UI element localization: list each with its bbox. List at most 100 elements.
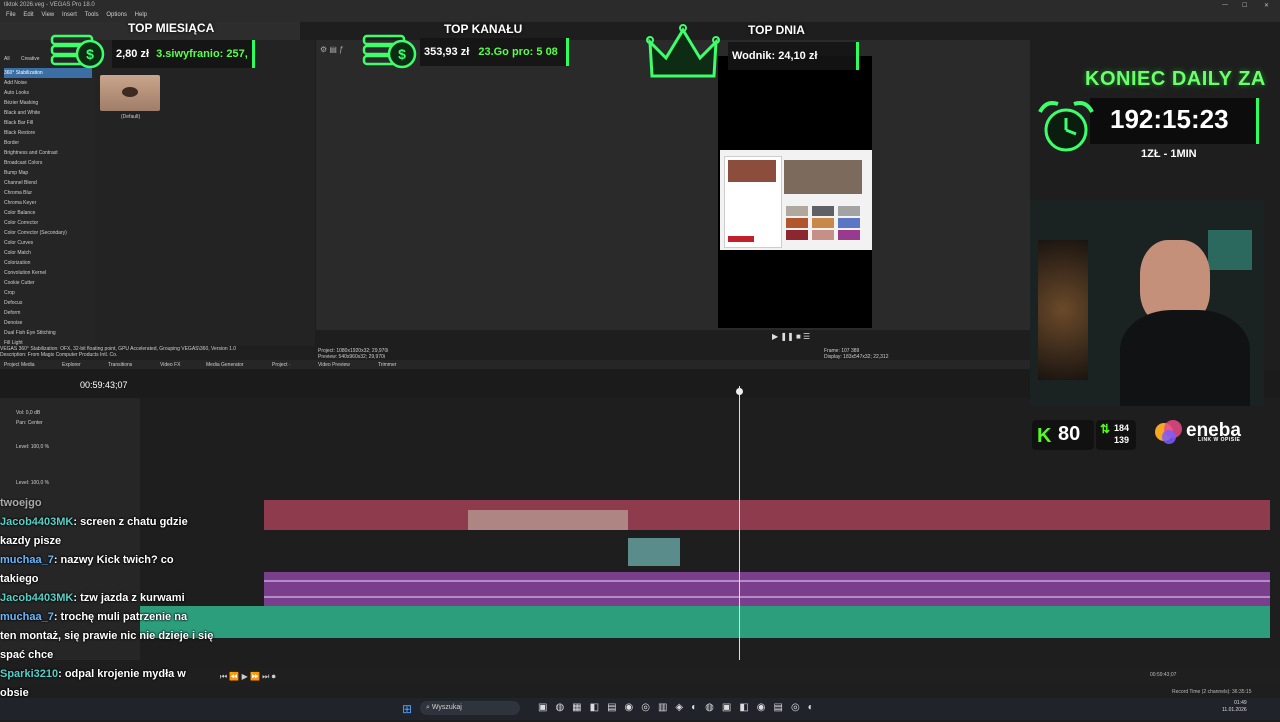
top-dnia-bar: Wodnik: 24,10 zł: [728, 42, 859, 70]
fx-list-item[interactable]: Broadcast Colors: [4, 158, 92, 168]
playhead-marker[interactable]: [736, 388, 743, 395]
money-coins-icon: $: [50, 34, 105, 69]
fx-list: 360° Stabilization Add Noise Auto Looks Béz…: [4, 68, 92, 348]
menu-insert[interactable]: Insert: [62, 12, 77, 18]
track-level-1[interactable]: Level: 100,0 %: [16, 444, 49, 450]
fx-list-item[interactable]: Border: [4, 138, 92, 148]
top-dnia-title: TOP DNIA: [748, 21, 805, 39]
preview-settings-icon[interactable]: ⚙ ▤ ƒ: [320, 45, 344, 54]
video-preview-panel: [316, 40, 1030, 330]
chat-username: Sparki3210: [0, 668, 59, 680]
menu-tools[interactable]: Tools: [85, 12, 99, 18]
audio-track-clip[interactable]: [264, 572, 1270, 606]
svg-text:$: $: [86, 46, 94, 62]
tab-video-preview[interactable]: Video Preview: [318, 362, 350, 368]
track-level-2[interactable]: Level: 100,0 %: [16, 480, 49, 486]
timeline-timecode: 00:59:43;07: [80, 380, 128, 390]
window-titlebar: tiktok 2026.veg - VEGAS Pro 18.0 — ☐ ✕: [0, 0, 1280, 12]
track-pan[interactable]: Pan: Center: [16, 418, 43, 428]
playhead[interactable]: [739, 386, 740, 660]
sponsor-subtitle: LINK W OPISIE: [1198, 437, 1241, 443]
top-dnia-entry: Wodnik: 24,10 zł: [732, 50, 818, 62]
fx-list-item[interactable]: Denoise: [4, 318, 92, 328]
overlay-clip[interactable]: [628, 538, 680, 566]
top-kanalu-bar: 353,93 zł 23.Go pro: 5 08: [420, 38, 569, 66]
fx-list-item[interactable]: Channel Blend: [4, 178, 92, 188]
chat-text: twoejgo: [0, 497, 42, 509]
countdown-timer: 192:15:23: [1110, 104, 1229, 134]
tab-video-fx[interactable]: Video FX: [160, 362, 180, 368]
fx-list-item[interactable]: Crop: [4, 288, 92, 298]
fx-list-item[interactable]: Chroma Blur: [4, 188, 92, 198]
preset-label: (Default): [121, 114, 141, 120]
taskbar-search[interactable]: ⌕ Wyszukaj: [420, 701, 520, 715]
fx-list-item[interactable]: Deform: [4, 308, 92, 318]
close-icon[interactable]: ✕: [1264, 2, 1269, 9]
system-clock: 01:49 11.01.2026: [1222, 700, 1247, 714]
crown-icon: [646, 24, 720, 78]
fx-list-item[interactable]: Defocus: [4, 298, 92, 308]
top-kanalu-next: 23.Go pro: 5 08: [478, 46, 558, 58]
top-miesiaca-amount: 2,80 zł: [116, 48, 150, 60]
fx-list-item[interactable]: Black Bar Fill: [4, 118, 92, 128]
preview-info-right: Frame: 107 389 Display: 183x547x32; 22,3…: [824, 348, 889, 360]
fx-list-item[interactable]: Bump Map: [4, 168, 92, 178]
track-volume[interactable]: Vol: 0,0 dB: [16, 408, 43, 418]
fx-list-item[interactable]: Color Corrector (Secondary): [4, 228, 92, 238]
music-track-clip[interactable]: [140, 606, 1270, 638]
taskbar-app-icons[interactable]: ▣◍▦◧▤◉◎▥◈◐◍▣◧◉▤◎◐: [538, 702, 822, 713]
maximize-icon[interactable]: ☐: [1242, 2, 1247, 9]
fx-list-item[interactable]: Chroma Keyer: [4, 198, 92, 208]
fx-list-item[interactable]: Bézier Masking: [4, 98, 92, 108]
fx-list-item[interactable]: Black Restore: [4, 128, 92, 138]
fx-list-item[interactable]: Brightness and Contrast: [4, 148, 92, 158]
fx-description-line2: Description: From Magix Computer Product…: [0, 352, 118, 358]
top-miesiaca-bar: 2,80 zł 3.siwyfranio: 257,: [112, 40, 255, 68]
fx-list-item[interactable]: Cookie Cutter: [4, 278, 92, 288]
minimize-icon[interactable]: —: [1222, 2, 1228, 8]
menu-help[interactable]: Help: [135, 12, 147, 18]
timer-rate: 1ZŁ - 1MIN: [1141, 148, 1197, 160]
menu-file[interactable]: File: [6, 12, 16, 18]
fx-list-item[interactable]: Black and White: [4, 108, 92, 118]
preview-play-controls[interactable]: ▶ ❚❚ ■ ☰: [772, 332, 810, 341]
chat-message: Sparki3210: odpal krojenie mydła w: [0, 665, 230, 684]
chat-message: kazdy pisze: [0, 532, 230, 551]
tab-media-generator[interactable]: Media Generator: [206, 362, 244, 368]
tab-transitions[interactable]: Transitions: [108, 362, 132, 368]
fx-list-item[interactable]: Color Balance: [4, 208, 92, 218]
fx-list-item[interactable]: Color Curves: [4, 238, 92, 248]
menu-options[interactable]: Options: [106, 12, 127, 18]
record-time: Record Time (2 channels): 36:35:15: [1172, 689, 1252, 695]
menu-edit[interactable]: Edit: [23, 12, 33, 18]
kick-logo-icon: K: [1037, 425, 1052, 447]
fx-tab-all[interactable]: All: [4, 56, 10, 62]
chat-text: kazdy pisze: [0, 535, 62, 547]
webcam-feed: [1030, 200, 1264, 406]
chat-text: : screen z chatu gdzie: [73, 516, 188, 528]
fx-list-item[interactable]: Color Corrector: [4, 218, 92, 228]
fx-list-item[interactable]: Dual Fish Eye Stitching: [4, 328, 92, 338]
fx-list-item[interactable]: Add Noise: [4, 78, 92, 88]
fx-list-item[interactable]: Colorization: [4, 258, 92, 268]
fx-list-item[interactable]: Auto Looks: [4, 88, 92, 98]
windows-start-icon[interactable]: ⊞: [402, 702, 412, 716]
tab-explorer[interactable]: Explorer: [62, 362, 81, 368]
menu-view[interactable]: View: [41, 12, 54, 18]
fx-list-item[interactable]: Convolution Kernel: [4, 268, 92, 278]
fx-tab-creative[interactable]: Creative: [21, 56, 40, 62]
tab-project[interactable]: Project ·: [272, 362, 291, 368]
tab-project-media[interactable]: Project Media: [4, 362, 35, 368]
tab-trimmer[interactable]: Trimmer: [378, 362, 396, 368]
chat-message: Jacob4403MK: tzw jazda z kurwami: [0, 589, 230, 608]
chat-username: Jacob4403MK: [0, 516, 74, 528]
kick-viewer-count: 80: [1058, 423, 1081, 445]
top-kanalu-title: TOP KANAŁU: [444, 20, 522, 38]
end-timecode: 00:59:43;07: [1150, 672, 1177, 678]
preset-thumbnail[interactable]: [100, 75, 160, 111]
fx-list-item[interactable]: Color Match: [4, 248, 92, 258]
chat-text: : tzw jazda z kurwami: [73, 592, 185, 604]
video-track-clip[interactable]: [264, 500, 1270, 530]
chat-message: twoejgo: [0, 494, 230, 513]
top-miesiaca-title: TOP MIESIĄCA: [128, 19, 214, 37]
